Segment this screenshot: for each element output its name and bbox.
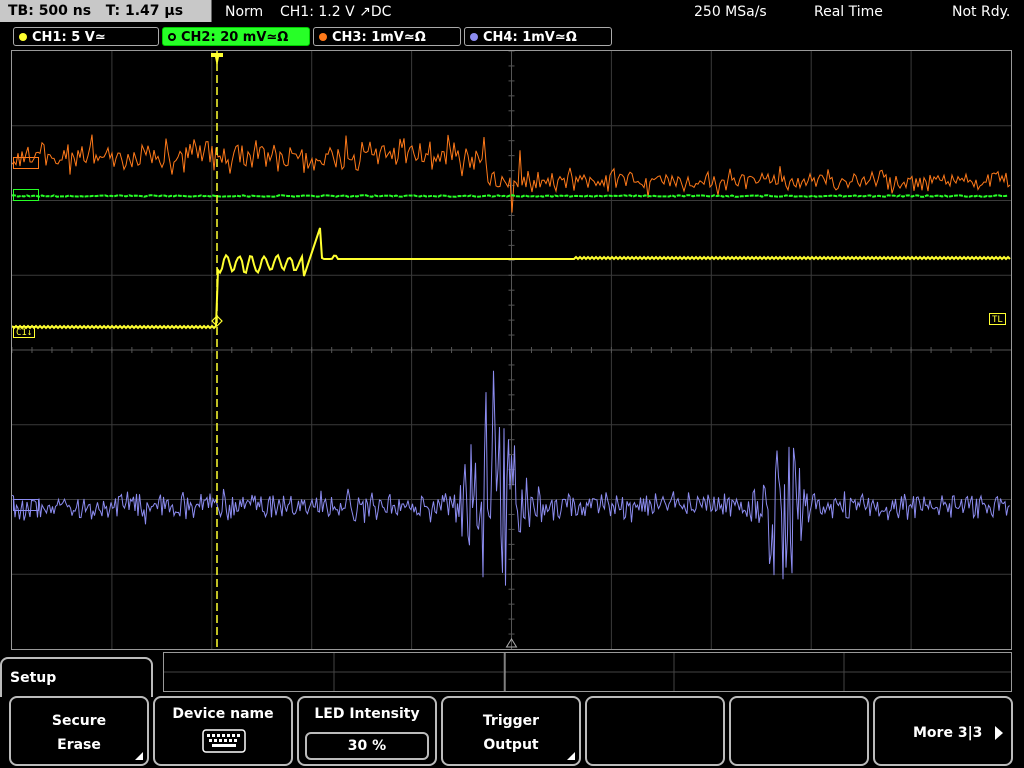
submenu-corner-icon (135, 752, 143, 760)
menu-title: Setup (0, 657, 153, 697)
grid (12, 51, 1011, 649)
waveform-canvas (12, 51, 1011, 649)
sample-rate: 250 MSa/s (694, 4, 767, 20)
device-name-button[interactable]: Device name (153, 696, 293, 766)
strip-grid (164, 653, 1011, 691)
ch1-label: CH1: 5 V≃ (32, 30, 106, 45)
softkey-bar: Secure Erase Device name LED Intensity 3… (0, 695, 1024, 768)
ch2-dot-icon (168, 33, 176, 41)
tab-ch3[interactable]: CH3: 1mV≃Ω (313, 27, 461, 46)
ch2-waveform (12, 194, 1009, 198)
ch4-reference-marker[interactable] (13, 499, 39, 511)
next-page-icon (995, 726, 1003, 740)
ch2-reference-marker[interactable] (13, 189, 39, 201)
ch4-waveform (12, 370, 1010, 586)
ch1-reference-marker[interactable]: C1↓ (13, 326, 36, 338)
tab-ch2[interactable]: CH2: 20 mV≃Ω (162, 27, 310, 46)
keyboard-icon (202, 729, 246, 753)
trigger-position-icon (211, 53, 223, 67)
submenu-corner-icon (567, 752, 575, 760)
ch3-label: CH3: 1mV≃Ω (332, 30, 426, 45)
menu-title-label: Setup (10, 670, 57, 686)
tab-ch1[interactable]: CH1: 5 V≃ (13, 27, 159, 46)
zoom-overview-strip (163, 652, 1012, 692)
trigger-level-marker[interactable]: TL (989, 313, 1006, 325)
trigger-setting[interactable]: CH1: 1.2 V ↗DC (280, 0, 391, 24)
ch4-dot-icon (470, 33, 478, 41)
empty-softkey-6[interactable] (729, 696, 869, 766)
empty-softkey-5[interactable] (585, 696, 725, 766)
waveform-display[interactable]: C1↓ TL (11, 50, 1012, 650)
timebase-value: TB: 500 ns (8, 3, 92, 19)
led-intensity-button[interactable]: LED Intensity 30 % (297, 696, 437, 766)
acquisition-mode: Real Time (814, 4, 883, 20)
status-bar: TB: 500 ns T: 1.47 µs Norm CH1: 1.2 V ↗D… (0, 0, 1024, 24)
tab-ch4[interactable]: CH4: 1mV≃Ω (464, 27, 612, 46)
channel-tabs: CH1: 5 V≃ CH2: 20 mV≃Ω CH3: 1mV≃Ω CH4: 1… (0, 26, 1024, 48)
ch3-reference-marker[interactable] (13, 157, 39, 169)
timebase-box[interactable]: TB: 500 ns T: 1.47 µs (0, 0, 212, 22)
trigger-output-button[interactable]: Trigger Output (441, 696, 581, 766)
more-button[interactable]: More 3|3 (873, 696, 1013, 766)
trigger-time-value: T: 1.47 µs (105, 3, 184, 19)
secure-erase-button[interactable]: Secure Erase (9, 696, 149, 766)
ch2-label: CH2: 20 mV≃Ω (181, 30, 289, 45)
trigger-mode[interactable]: Norm (225, 0, 263, 24)
ch1-dot-icon (19, 33, 27, 41)
ch4-label: CH4: 1mV≃Ω (483, 30, 577, 45)
ch3-dot-icon (319, 33, 327, 41)
acquisition-status: Not Rdy. (952, 4, 1011, 20)
led-intensity-value[interactable]: 30 % (305, 732, 429, 760)
